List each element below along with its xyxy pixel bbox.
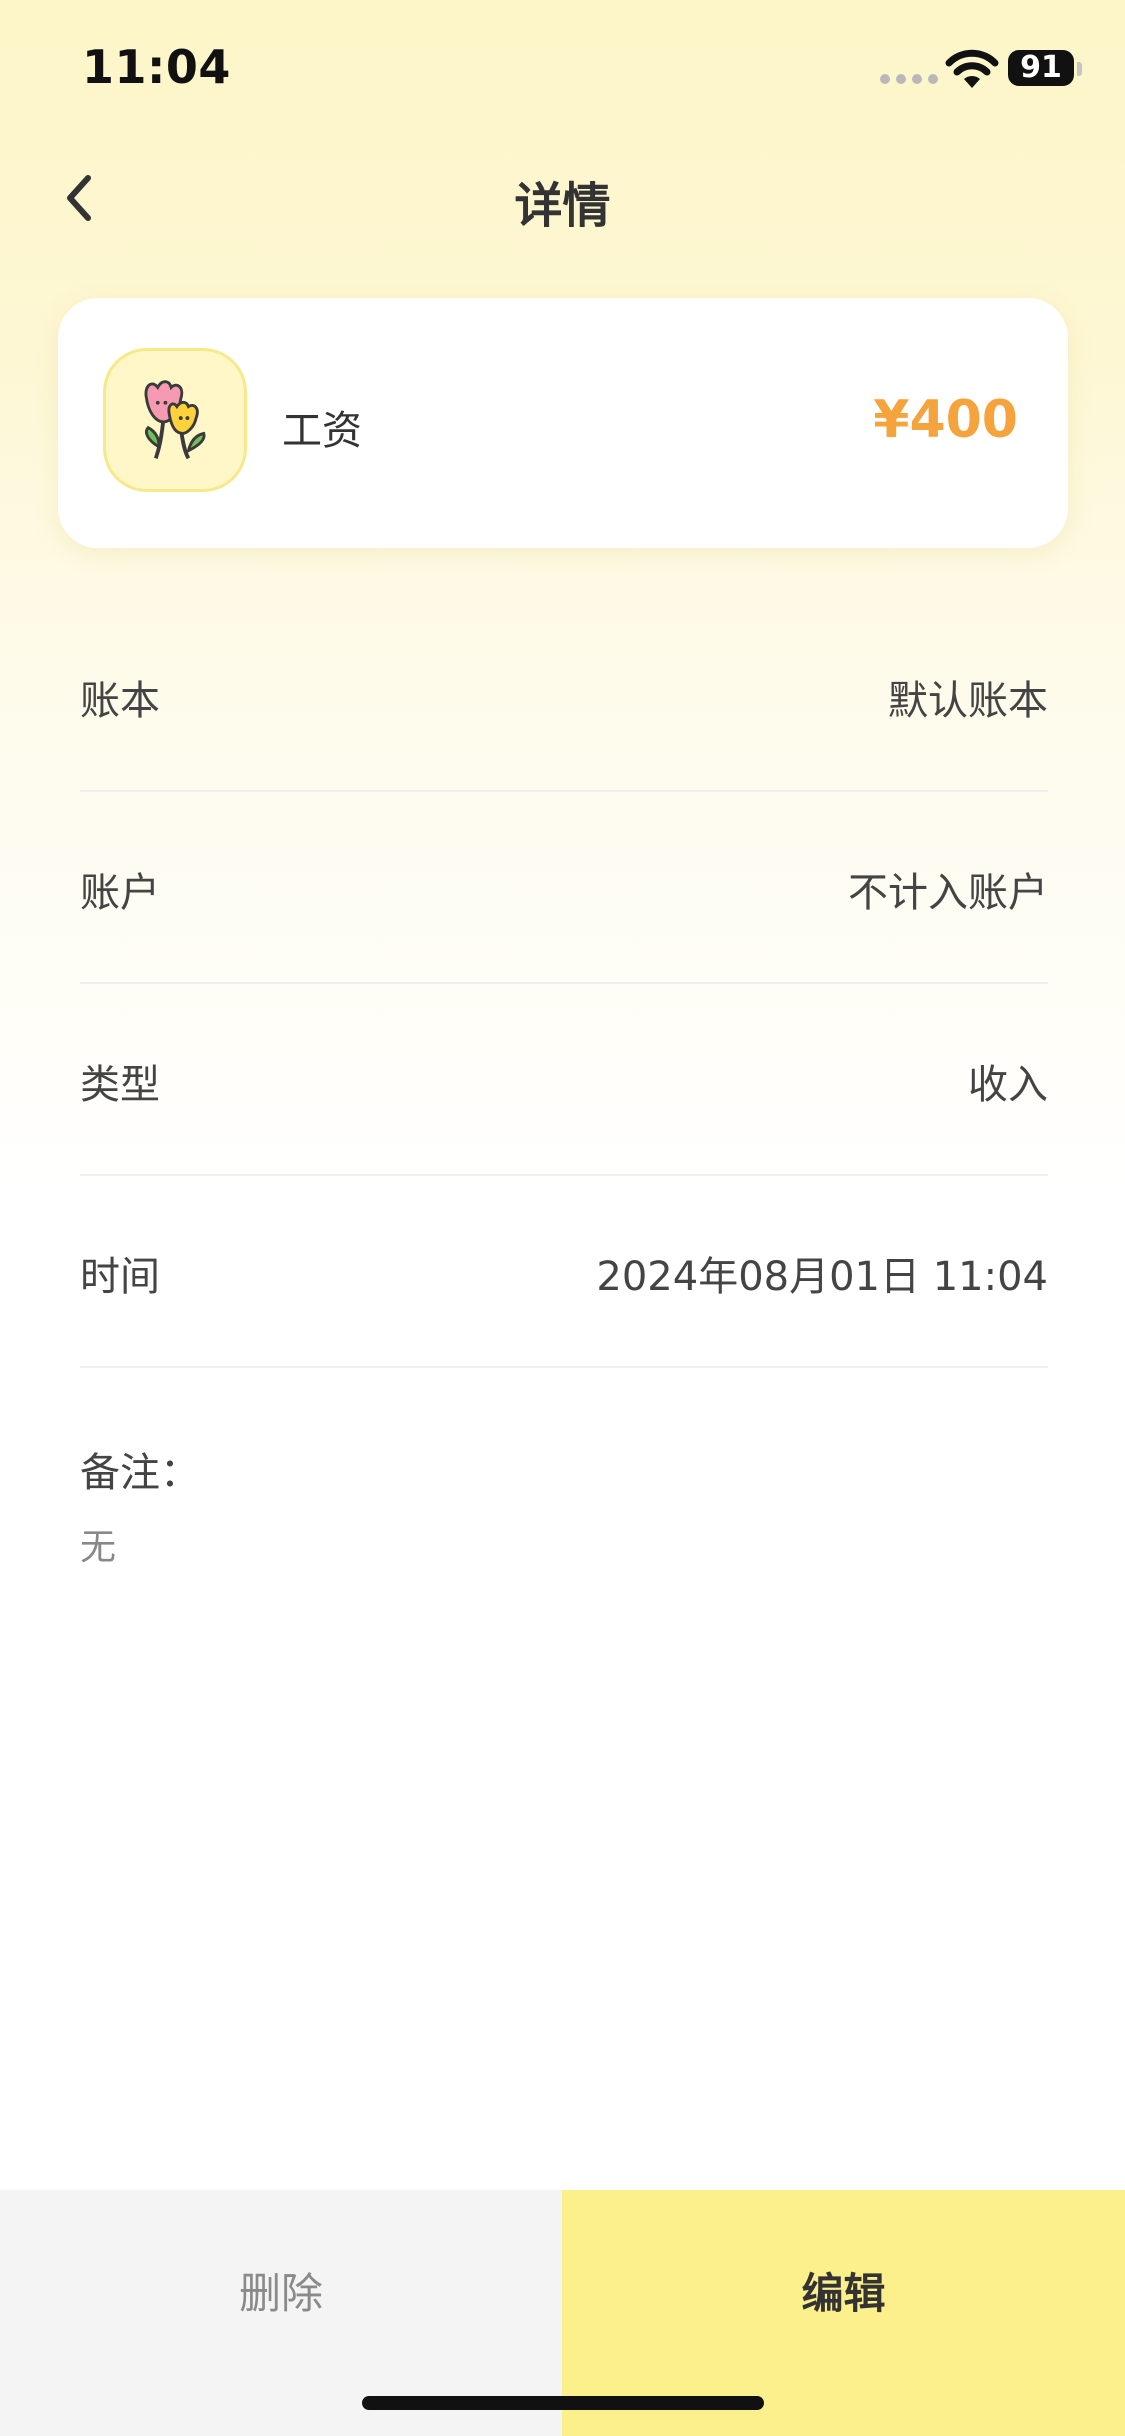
battery-indicator: 91 bbox=[1008, 50, 1074, 86]
row-label: 类型 bbox=[80, 1062, 160, 1108]
row-value: 2024年08月01日 11:04 bbox=[596, 1254, 1048, 1300]
row-value: 收入 bbox=[968, 1062, 1048, 1108]
edit-button-label: 编辑 bbox=[801, 2269, 886, 2318]
battery-cap bbox=[1077, 62, 1082, 76]
row-label: 时间 bbox=[80, 1254, 160, 1300]
note-label: 备注： bbox=[80, 1450, 200, 1496]
wifi-icon bbox=[945, 49, 999, 88]
cellular-signal-icon bbox=[880, 74, 938, 84]
row-label: 账户 bbox=[80, 870, 160, 916]
delete-button-label: 删除 bbox=[238, 2269, 323, 2318]
detail-row-account: 账户 不计入账户 bbox=[80, 790, 1048, 984]
status-time: 11:04 bbox=[82, 40, 231, 94]
detail-row-type: 类型 收入 bbox=[80, 982, 1048, 1176]
transaction-amount: ¥400 bbox=[873, 390, 1018, 450]
row-value: 不计入账户 bbox=[848, 870, 1048, 916]
detail-row-ledger: 账本 默认账本 bbox=[80, 598, 1048, 792]
detail-row-time: 时间 2024年08月01日 11:04 bbox=[80, 1174, 1048, 1368]
row-label: 账本 bbox=[80, 678, 160, 724]
note-value: 无 bbox=[80, 1527, 117, 1568]
page-title: 详情 bbox=[514, 178, 611, 234]
category-name: 工资 bbox=[282, 408, 362, 454]
tulip-flowers-icon bbox=[144, 380, 206, 460]
home-indicator bbox=[362, 2396, 764, 2410]
category-icon-box bbox=[103, 348, 247, 492]
row-value: 默认账本 bbox=[888, 678, 1048, 724]
transaction-summary-card: 工资 ¥400 bbox=[58, 298, 1068, 548]
